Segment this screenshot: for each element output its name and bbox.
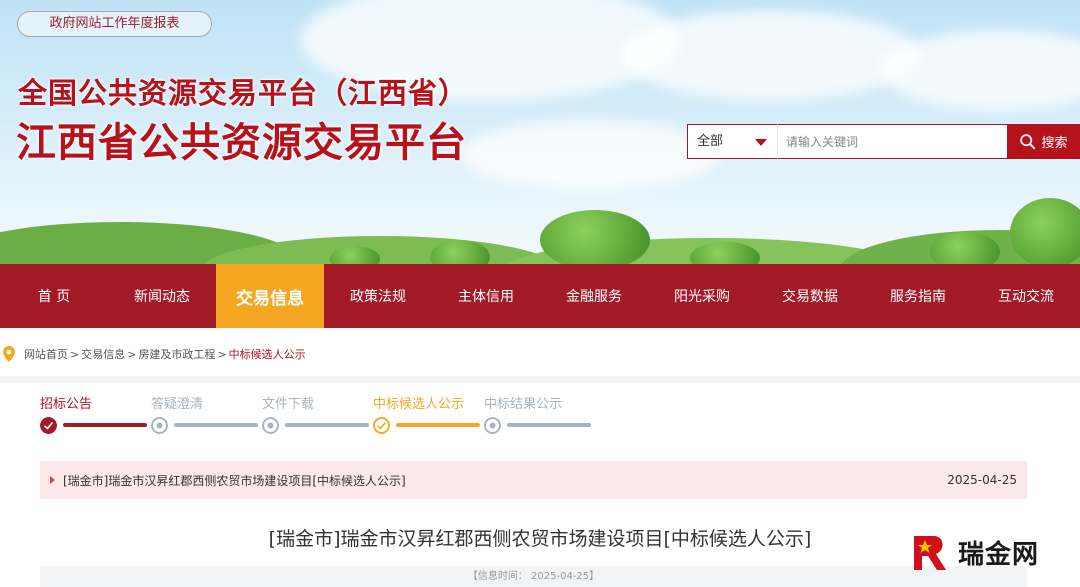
nav-item-procurement[interactable]: 阳光采购 [648, 264, 756, 328]
step-candidate-notice[interactable]: 中标候选人公示 [373, 393, 464, 412]
breadcrumb-separator: > [217, 347, 227, 361]
watermark-text: 瑞金网 [958, 539, 1040, 570]
step-bid-announcement[interactable]: 招标公告 [40, 393, 92, 412]
process-steps: 招标公告 答疑澄清 文件下载 中标候选人公示 中标结果公示 [40, 393, 600, 438]
nav-item-policy[interactable]: 政策法规 [324, 264, 432, 328]
step-progress-line [285, 423, 369, 427]
step-progress-line [63, 423, 147, 427]
search-button-label: 搜索 [1041, 136, 1068, 151]
search-input[interactable] [777, 124, 1007, 159]
triangle-bullet-icon [50, 476, 55, 484]
notice-title[interactable]: [瑞金市]瑞金市汉昇红郡西侧农贸市场建设项目[中标候选人公示] [63, 472, 947, 489]
step-progress-line [174, 423, 258, 427]
site-subtitle: 全国公共资源交易平台（江西省） [18, 76, 469, 110]
breadcrumb-trade-info[interactable]: 交易信息 [81, 346, 125, 362]
location-pin-icon [3, 346, 15, 362]
nav-item-news[interactable]: 新闻动态 [108, 264, 216, 328]
site-title: 江西省公共资源交易平台 [16, 119, 467, 166]
check-circle-icon [373, 417, 390, 434]
annual-report-link[interactable]: 政府网站工作年度报表 [17, 11, 212, 37]
nav-item-interaction[interactable]: 互动交流 [972, 264, 1080, 328]
main-nav: 首 页 新闻动态 交易信息 政策法规 主体信用 金融服务 阳光采购 交易数据 服… [0, 264, 1080, 328]
step-progress-line [507, 423, 591, 427]
step-dot-icon [484, 417, 501, 434]
step-progress-line [396, 423, 480, 427]
article-info-bar: 【信息时间： 2025-04-25】 [40, 566, 1027, 587]
breadcrumb-home[interactable]: 网站首页 [24, 346, 68, 362]
nav-item-guide[interactable]: 服务指南 [864, 264, 972, 328]
search-icon [1020, 134, 1036, 150]
breadcrumb-current: 中标候选人公示 [228, 348, 306, 361]
nav-item-finance[interactable]: 金融服务 [540, 264, 648, 328]
notice-date: 2025-04-25 [947, 473, 1017, 487]
step-dot-icon [262, 417, 279, 434]
watermark-logo: 瑞金网 [908, 527, 1068, 577]
nav-item-data[interactable]: 交易数据 [756, 264, 864, 328]
caret-down-icon [755, 139, 767, 146]
step-result-notice[interactable]: 中标结果公示 [484, 393, 562, 412]
search-button[interactable]: 搜索 [1007, 124, 1080, 159]
breadcrumb-separator: > [127, 347, 137, 361]
step-file-download[interactable]: 文件下载 [262, 393, 314, 412]
breadcrumb-separator: > [70, 347, 80, 361]
search-category-select[interactable]: 全部 [687, 124, 777, 159]
section-divider [0, 376, 1080, 383]
nav-item-credit[interactable]: 主体信用 [432, 264, 540, 328]
nav-item-trade-info[interactable]: 交易信息 [216, 264, 324, 328]
check-circle-icon [40, 417, 57, 434]
search-category-label: 全部 [697, 134, 724, 149]
breadcrumb-construction[interactable]: 房建及市政工程 [138, 346, 215, 362]
search-box: 全部 搜索 [687, 124, 1080, 159]
nav-item-home[interactable]: 首 页 [0, 264, 108, 328]
ruijin-logo-icon [914, 536, 946, 570]
notice-item[interactable]: [瑞金市]瑞金市汉昇红郡西侧农贸市场建设项目[中标候选人公示] 2025-04-… [40, 461, 1027, 499]
step-dot-icon [151, 417, 168, 434]
site-header: 政府网站工作年度报表 全国公共资源交易平台（江西省） 江西省公共资源交易平台 全… [0, 0, 1080, 264]
step-clarification[interactable]: 答疑澄清 [151, 393, 203, 412]
breadcrumb: 网站首页 > 交易信息 > 房建及市政工程 > 中标候选人公示 [0, 342, 306, 366]
